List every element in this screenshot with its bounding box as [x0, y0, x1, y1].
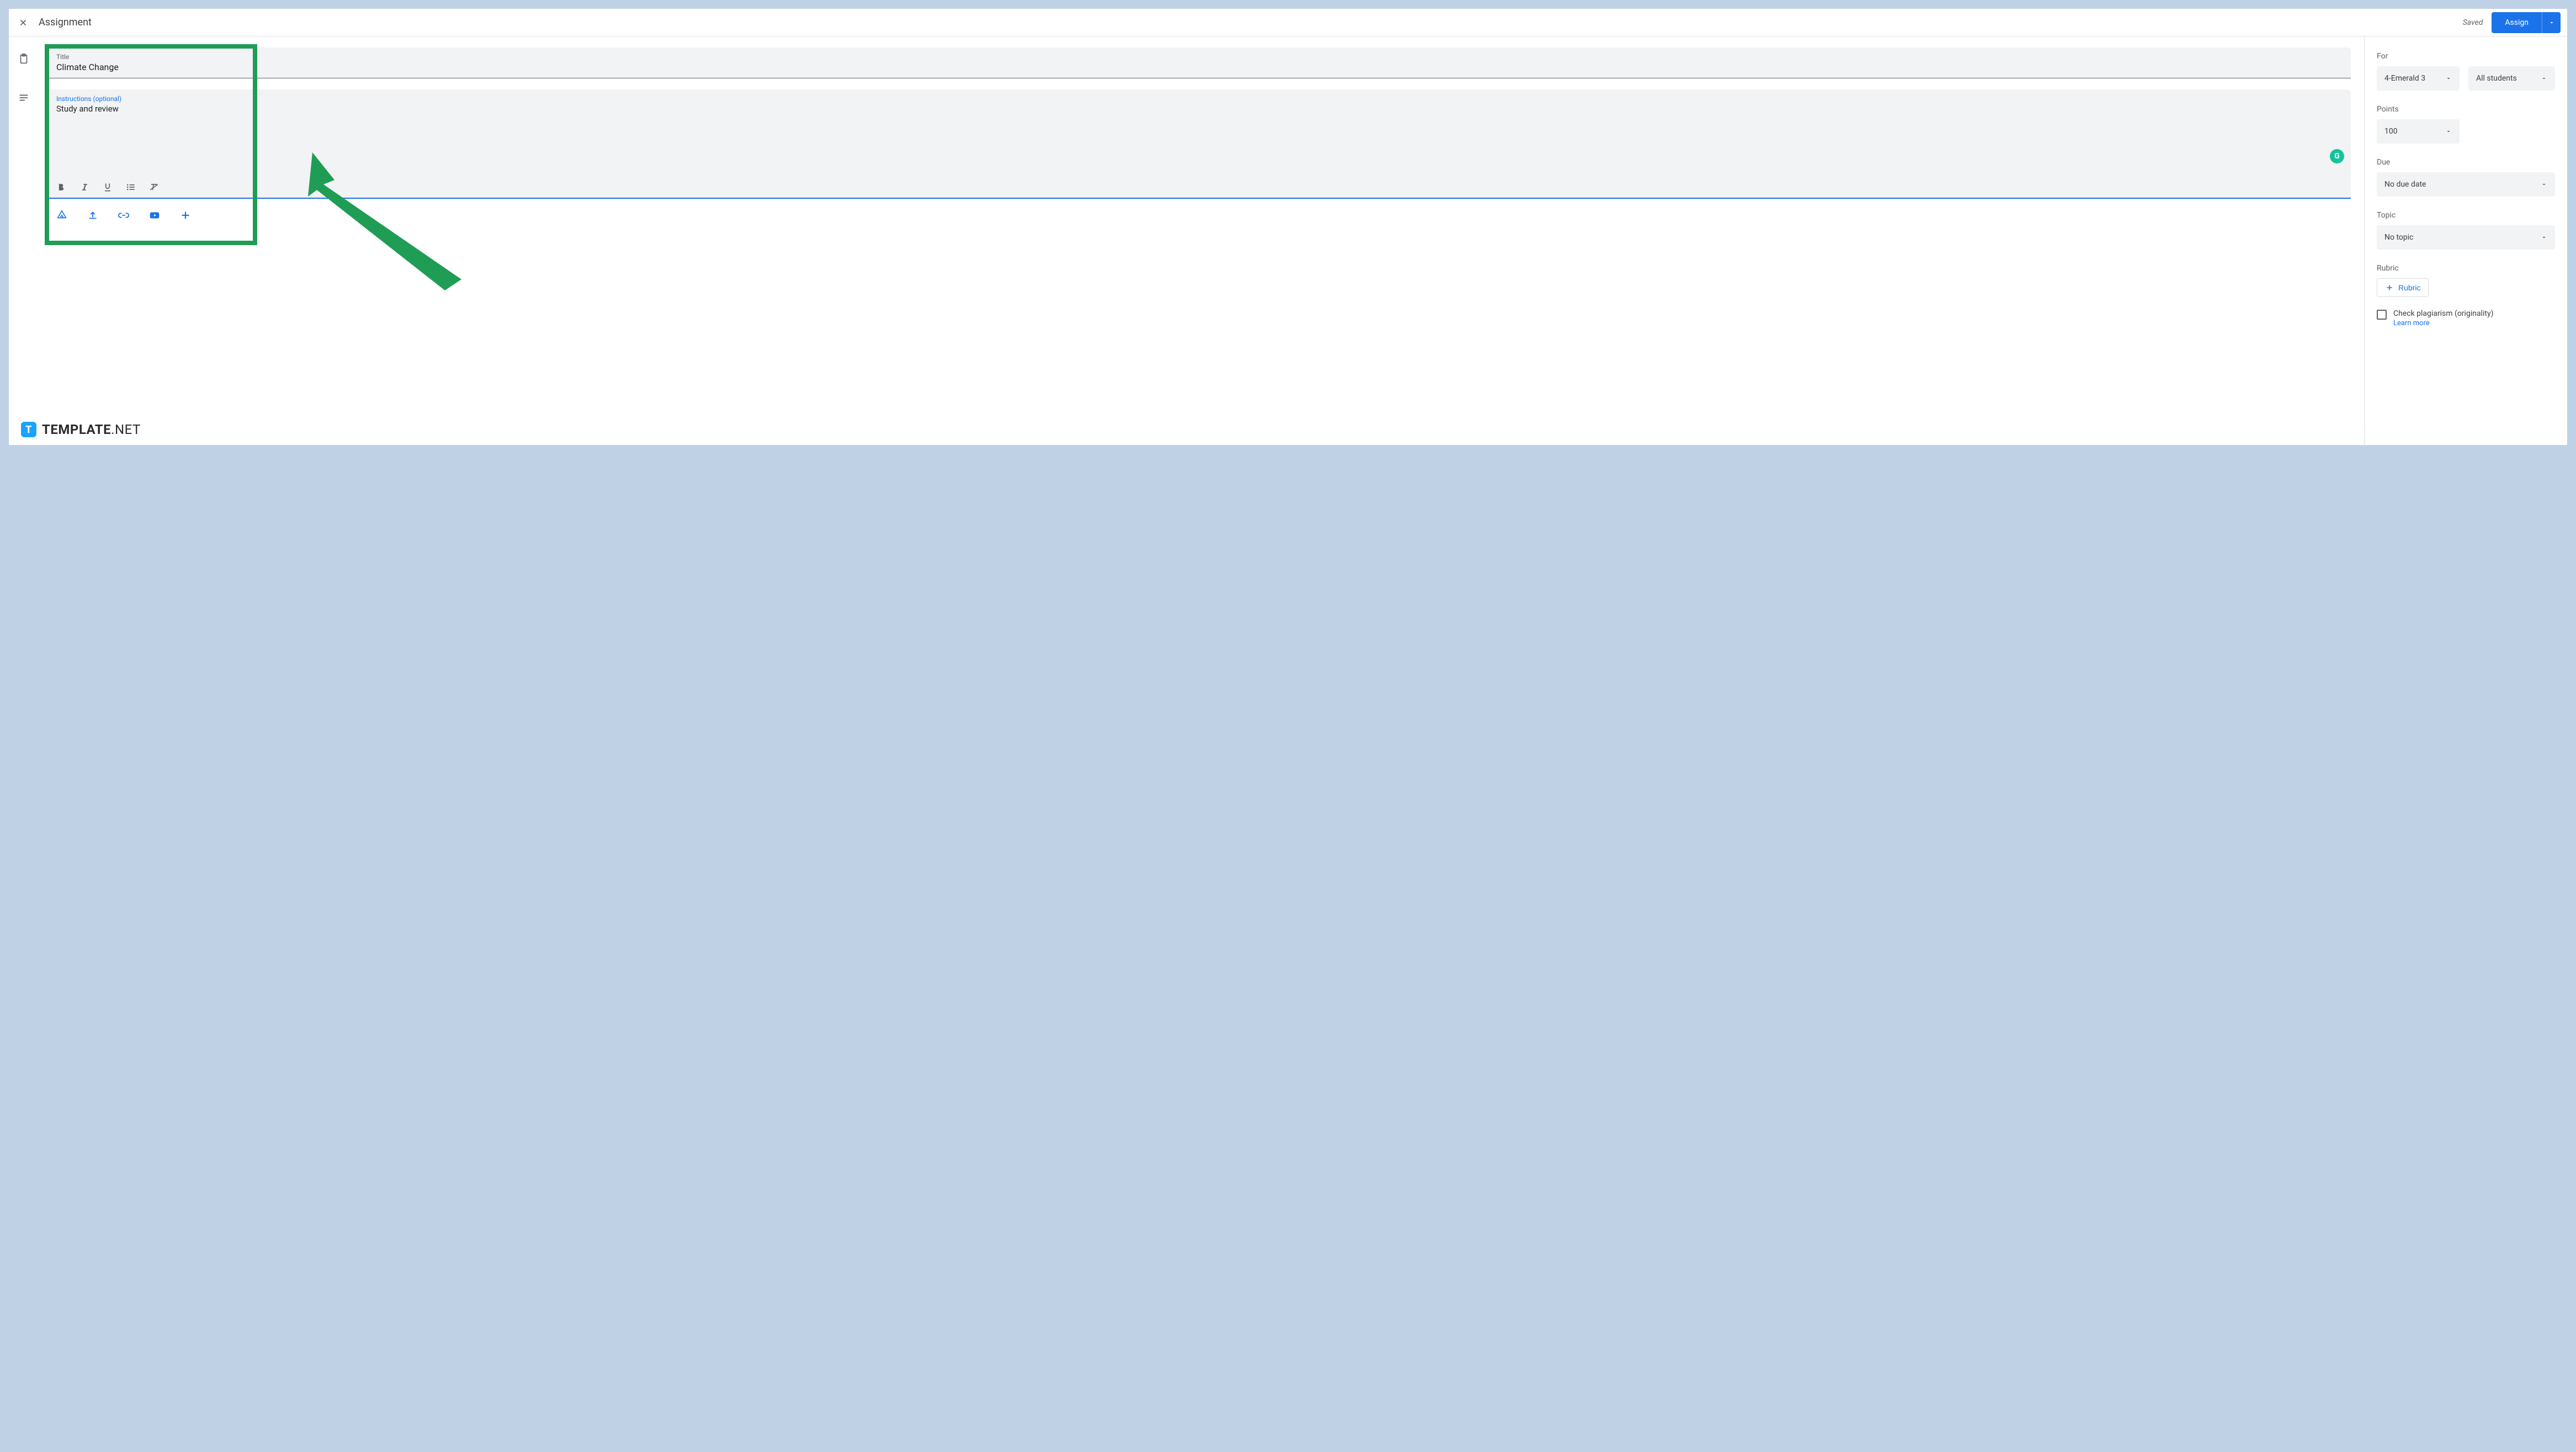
bold-button[interactable]: [55, 181, 67, 193]
watermark: T TEMPLATE.NET: [21, 422, 141, 437]
topic-dropdown[interactable]: No topic: [2377, 225, 2555, 250]
clear-format-icon: [148, 182, 160, 193]
plagiarism-checkbox[interactable]: [2377, 310, 2387, 320]
close-icon: [18, 18, 28, 28]
upload-button[interactable]: [86, 209, 99, 222]
students-value: All students: [2476, 74, 2517, 83]
points-dropdown[interactable]: 100: [2377, 119, 2460, 144]
clipboard-icon: [18, 53, 30, 65]
main-column: Title Instructions (optional) G: [39, 36, 2364, 445]
topic-label: Topic: [2377, 211, 2555, 220]
due-label: Due: [2377, 158, 2555, 167]
plus-icon: [2385, 283, 2394, 292]
youtube-button[interactable]: [148, 209, 161, 222]
due-value: No due date: [2384, 180, 2426, 189]
due-dropdown[interactable]: No due date: [2377, 172, 2555, 197]
plagiarism-row: Check plagiarism (originality) Learn mor…: [2377, 309, 2555, 327]
link-icon: [118, 209, 130, 221]
drive-button[interactable]: [55, 209, 68, 222]
chevron-down-icon: [2445, 75, 2452, 82]
format-toolbar: [47, 177, 2351, 199]
underline-icon: [102, 182, 113, 193]
watermark-suffix: .NET: [111, 422, 141, 437]
instructions-label: Instructions (optional): [56, 95, 2342, 103]
bullet-list-button[interactable]: [125, 181, 137, 193]
plus-icon: [179, 209, 192, 221]
points-label: Points: [2377, 105, 2555, 114]
close-button[interactable]: [15, 15, 31, 30]
instructions-input[interactable]: [56, 104, 2342, 170]
link-button[interactable]: [117, 209, 130, 222]
youtube-icon: [148, 209, 161, 221]
chevron-down-icon: [2445, 128, 2452, 135]
topic-value: No topic: [2384, 233, 2413, 242]
dialog-title: Assignment: [39, 17, 92, 28]
upload-icon: [87, 209, 99, 221]
instructions-field[interactable]: Instructions (optional) G: [47, 89, 2351, 199]
chevron-down-icon: [2548, 19, 2555, 26]
rubric-label: Rubric: [2377, 264, 2555, 273]
bold-icon: [56, 182, 67, 193]
saved-status: Saved: [2463, 18, 2483, 27]
class-value: 4-Emerald 3: [2384, 74, 2425, 83]
italic-button[interactable]: [78, 181, 91, 193]
chevron-down-icon: [2541, 75, 2547, 82]
for-label: For: [2377, 52, 2555, 61]
left-rail: [9, 36, 39, 445]
template-logo-icon: T: [21, 422, 36, 437]
points-value: 100: [2384, 127, 2398, 136]
grammarly-icon[interactable]: G: [2330, 149, 2344, 163]
title-input[interactable]: [56, 62, 2342, 72]
rubric-button-label: Rubric: [2398, 283, 2420, 292]
bullet-list-icon: [125, 182, 136, 193]
top-bar: Assignment Saved Assign: [9, 9, 2567, 36]
sidebar: For 4-Emerald 3 All students Points 100 …: [2364, 36, 2567, 445]
title-label: Title: [56, 53, 2342, 61]
chevron-down-icon: [2541, 234, 2547, 241]
attachment-toolbar: [47, 199, 2351, 232]
watermark-brand: TEMPLATE: [42, 422, 111, 437]
assignment-dialog: Assignment Saved Assign Title Inst: [9, 9, 2567, 445]
class-dropdown[interactable]: 4-Emerald 3: [2377, 66, 2460, 91]
plagiarism-label: Check plagiarism (originality): [2393, 309, 2493, 318]
assign-group: Assign: [2492, 12, 2561, 33]
italic-icon: [79, 182, 90, 193]
assign-dropdown-button[interactable]: [2542, 12, 2561, 33]
chevron-down-icon: [2541, 181, 2547, 188]
rubric-button[interactable]: Rubric: [2377, 278, 2429, 297]
title-field[interactable]: Title: [47, 47, 2351, 78]
learn-more-link[interactable]: Learn more: [2393, 319, 2493, 327]
underline-button[interactable]: [102, 181, 114, 193]
text-lines-icon: [18, 92, 30, 104]
create-button[interactable]: [179, 209, 192, 222]
body: Title Instructions (optional) G: [9, 36, 2567, 445]
form-wrap: Title Instructions (optional) G: [47, 47, 2351, 232]
students-dropdown[interactable]: All students: [2468, 66, 2555, 91]
assign-button[interactable]: Assign: [2492, 12, 2542, 33]
clear-format-button[interactable]: [148, 181, 160, 193]
for-row: 4-Emerald 3 All students: [2377, 66, 2555, 91]
drive-icon: [56, 209, 68, 221]
